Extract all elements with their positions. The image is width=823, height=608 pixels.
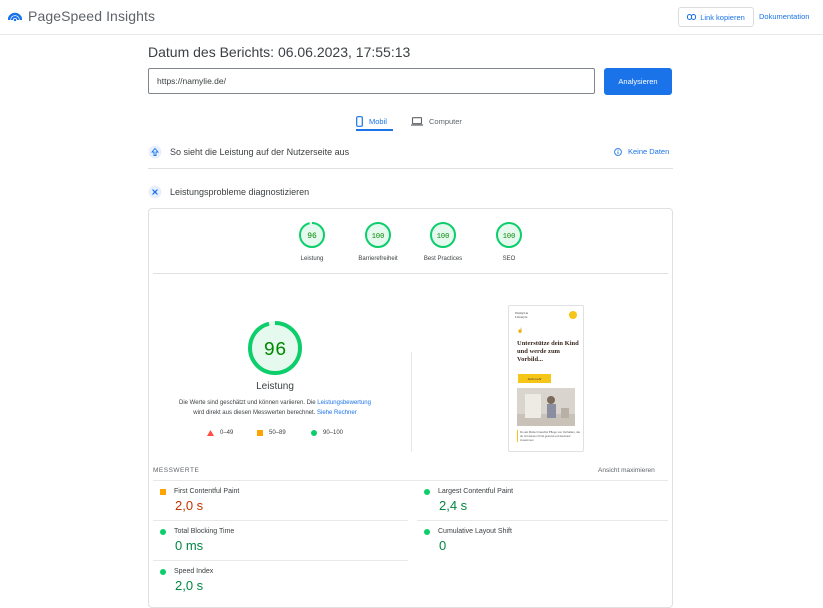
metric-speed-index: Speed Index 2,0 s	[160, 568, 400, 593]
preview-photo	[517, 388, 575, 426]
metric-tbt: Total Blocking Time 0 ms	[160, 528, 400, 553]
pass-circle-icon	[160, 528, 166, 535]
metric-row-divider	[153, 520, 408, 521]
hand-icon: ☝	[517, 328, 524, 334]
preview-cta: Jetzt mehr	[518, 374, 551, 383]
tab-mobile-label: Mobil	[369, 116, 387, 126]
legend-range: 90–100	[323, 430, 344, 436]
calculator-link[interactable]: Siehe Rechner	[317, 410, 357, 416]
no-data-link[interactable]: Keine Daten	[614, 147, 669, 156]
gauge-ring: 100	[496, 222, 522, 248]
metrics-divider	[153, 480, 668, 481]
menu-icon	[569, 311, 577, 319]
metric-name: Speed Index	[174, 568, 214, 575]
laptop-icon	[411, 116, 423, 126]
score-label: Barrierefreiheit	[358, 256, 398, 262]
documentation-link[interactable]: Dokumentation	[759, 12, 809, 21]
tab-computer[interactable]: Computer	[411, 110, 462, 132]
score-value: 100	[503, 233, 516, 241]
section-divider	[148, 168, 673, 169]
diagnose-title: Leistungsprobleme diagnostizieren	[170, 187, 310, 197]
site-logo-mini: NamyLie Lifestyle	[515, 311, 529, 319]
metric-name: Total Blocking Time	[174, 528, 235, 535]
metric-lcp: Largest Contentful Paint 2,4 s	[424, 488, 664, 513]
performance-gauge: 96	[248, 321, 302, 375]
score-label: SEO	[502, 256, 516, 262]
performance-score-link[interactable]: Leistungsbewertung	[317, 400, 371, 406]
metric-value: 0 ms	[175, 538, 204, 553]
performance-note: Die Werte sind geschätzt und können vari…	[165, 398, 385, 418]
gauge-ring: 100	[430, 222, 456, 248]
score-label: Best Practices	[423, 256, 463, 262]
url-input[interactable]	[148, 68, 595, 94]
performance-score: 96	[264, 339, 287, 361]
pagespeed-logo-icon	[8, 12, 22, 22]
metrics-title: MESSWERTE	[153, 467, 200, 474]
metric-row-divider	[153, 560, 408, 561]
expand-view-toggle[interactable]: Ansicht maximieren	[598, 467, 655, 474]
page-screenshot-thumbnail: NamyLie Lifestyle ☝ Unterstütze dein Kind…	[508, 305, 584, 452]
metric-cls: Cumulative Layout Shift 0	[424, 528, 664, 553]
gauges-divider	[153, 273, 668, 274]
legend-item-fail: 0–49	[207, 430, 233, 436]
metric-name: First Contentful Paint	[174, 488, 240, 495]
report-date: Datum des Berichts: 06.06.2023, 17:55:13	[148, 44, 411, 60]
pass-circle-icon	[424, 528, 430, 535]
legend-range: 0–49	[220, 430, 234, 436]
note-text: Die Werte sind geschätzt und können vari…	[178, 400, 318, 406]
metric-value: 2,0 s	[175, 578, 204, 593]
logo[interactable]: PageSpeed Insights	[8, 8, 155, 24]
score-value: 100	[437, 233, 450, 241]
legend-range: 50–89	[269, 430, 286, 436]
circle-icon	[311, 430, 317, 436]
no-data-label: Keine Daten	[628, 147, 670, 156]
field-data-section[interactable]: So sieht die Leistung auf der Nutzerseit…	[148, 142, 673, 162]
note-text: wird direkt aus diesen Messwerten berech…	[193, 410, 318, 416]
score-value: 100	[372, 233, 385, 241]
legend-item-average: 50–89	[257, 430, 286, 436]
pass-circle-icon	[424, 488, 430, 495]
average-square-icon	[160, 488, 166, 495]
metric-name: Largest Contentful Paint	[438, 488, 514, 495]
metric-fcp: First Contentful Paint 2,0 s	[160, 488, 400, 513]
score-label: Leistung	[300, 256, 324, 262]
tab-computer-label: Computer	[429, 116, 462, 126]
preview-body-text: Du als Mutter brauchst Pflege von Verhal…	[517, 430, 582, 442]
gauge-ring: 100	[365, 222, 391, 248]
smartphone-icon	[356, 115, 363, 127]
app-title: PageSpeed Insights	[28, 8, 156, 24]
metric-value: 2,4 s	[439, 498, 468, 513]
info-icon	[614, 147, 622, 156]
analyze-button[interactable]: Analysieren	[604, 68, 672, 95]
field-data-title: So sieht die Leistung auf der Nutzerseit…	[170, 147, 350, 157]
diagnose-section[interactable]: Leistungsprobleme diagnostizieren	[148, 182, 673, 202]
users-icon	[148, 145, 162, 159]
copy-link-button[interactable]: Link kopieren	[678, 7, 754, 27]
pass-circle-icon	[160, 568, 166, 575]
metric-value: 2,0 s	[175, 498, 204, 513]
triangle-icon	[207, 430, 214, 436]
active-tab-indicator	[356, 129, 393, 131]
link-icon	[687, 14, 697, 20]
lab-icon	[148, 185, 162, 199]
score-value: 96	[307, 232, 317, 241]
metric-value: 0	[439, 538, 447, 553]
preview-headline: Unterstütze dein Kind und werde zum Vorb…	[517, 340, 579, 363]
legend-item-pass: 90–100	[311, 430, 343, 436]
vertical-divider	[411, 352, 412, 452]
performance-label: Leistung	[256, 381, 294, 392]
metric-row-divider	[417, 520, 668, 521]
gauge-ring: 96	[299, 222, 325, 248]
metric-name: Cumulative Layout Shift	[438, 528, 512, 535]
copy-link-label: Link kopieren	[700, 12, 745, 22]
square-icon	[257, 430, 263, 436]
